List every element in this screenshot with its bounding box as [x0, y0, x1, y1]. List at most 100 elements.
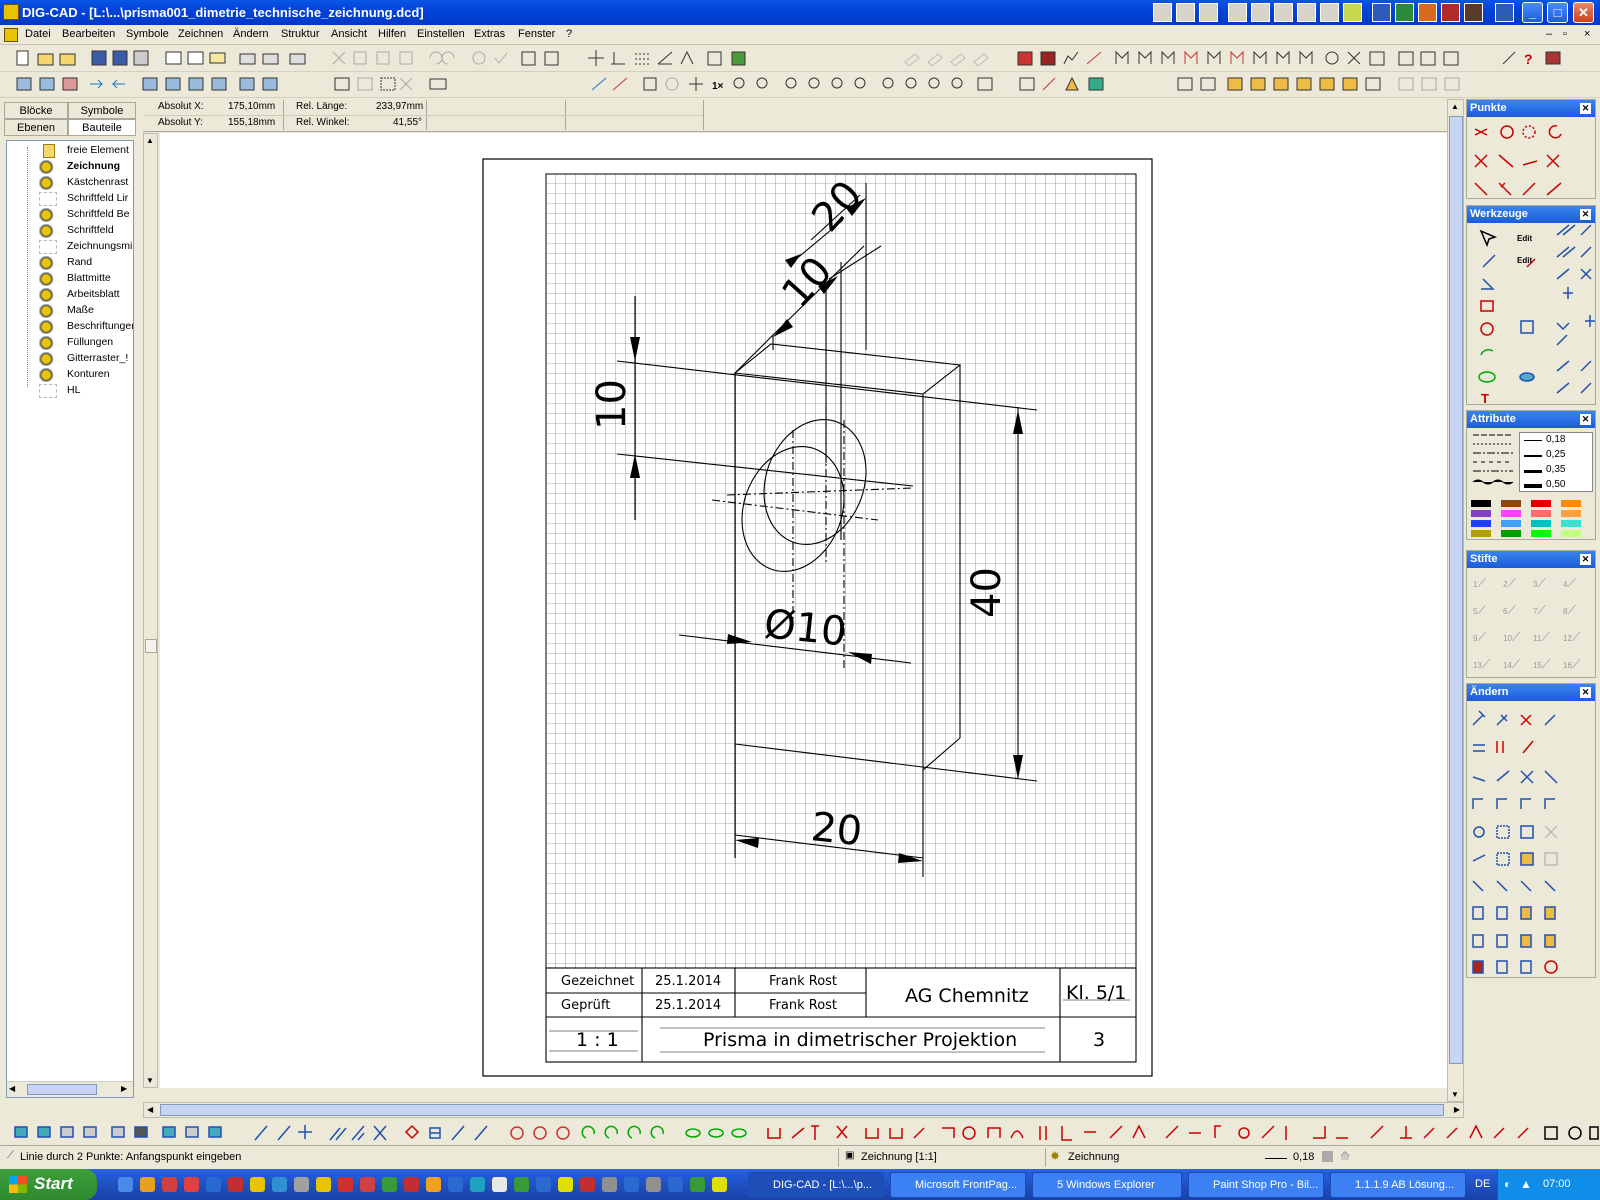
quicklaunch-icon[interactable]	[624, 1177, 639, 1192]
zoom-extents-icon[interactable]	[643, 77, 657, 91]
quicklaunch-icon[interactable]	[712, 1177, 727, 1192]
block-icon[interactable]	[142, 77, 158, 91]
layer-item[interactable]: Schriftfeld Lir	[7, 191, 133, 207]
layer-icon[interactable]	[707, 51, 722, 66]
tab-bauteile[interactable]: Bauteile	[68, 119, 136, 136]
mdi-minimize-icon[interactable]: –	[1546, 28, 1552, 40]
menu-aendern[interactable]: Ändern	[233, 28, 268, 40]
scroll-left-icon[interactable]: ◀	[9, 1084, 21, 1096]
color-swatch[interactable]	[1531, 500, 1551, 507]
task-digcad[interactable]: DIG-CAD - [L:\...\p...	[748, 1172, 884, 1198]
quicklaunch-icon[interactable]	[492, 1177, 507, 1192]
color-swatch[interactable]	[1561, 520, 1581, 527]
quicklaunch-icon[interactable]	[668, 1177, 683, 1192]
color-swatch[interactable]	[1561, 530, 1581, 537]
quicklaunch-icon[interactable]	[470, 1177, 485, 1192]
layer-item[interactable]: Kästchenrast	[7, 175, 133, 191]
pen-button[interactable]: 11⟋	[1533, 630, 1555, 650]
quicklaunch-icon[interactable]	[602, 1177, 617, 1192]
layer-item[interactable]: Schriftfeld Be	[7, 207, 133, 223]
drawing-canvas[interactable]: 20 10 10 40 Ø10 20 Gezeichnet 25.1.2014 …	[160, 133, 1447, 1088]
close-icon[interactable]: ✕	[1580, 687, 1591, 698]
zoom-factor-icon[interactable]	[928, 77, 940, 89]
layer-item[interactable]: Blattmitte	[7, 271, 133, 287]
pen-button[interactable]: 15⟋	[1533, 657, 1555, 677]
paste-layer-icon[interactable]	[1200, 77, 1216, 91]
block-icon[interactable]	[211, 77, 227, 91]
block-icon[interactable]	[239, 77, 255, 91]
color-swatch[interactable]	[1471, 520, 1491, 527]
color-swatch[interactable]	[1501, 500, 1521, 507]
save-icon[interactable]	[91, 50, 107, 66]
color-swatch[interactable]	[1471, 530, 1491, 537]
pen-button[interactable]: 2⟋	[1503, 576, 1525, 596]
layer-icon[interactable]	[39, 368, 57, 382]
crosshair-icon[interactable]	[588, 50, 604, 66]
mdi-restore-icon[interactable]: ▫	[1563, 28, 1567, 40]
quicklaunch-icon[interactable]	[338, 1177, 353, 1192]
cut-icon[interactable]	[332, 51, 346, 65]
tool-icon[interactable]	[1115, 50, 1129, 64]
zoom-circle-icon[interactable]	[665, 77, 679, 91]
redo-icon[interactable]	[441, 51, 455, 65]
pen-button[interactable]: 8⟋	[1563, 603, 1585, 623]
zoom-in-icon[interactable]	[785, 77, 797, 89]
scroll-right-icon[interactable]: ▶	[121, 1084, 133, 1096]
linewidth-selector[interactable]: 0,18 0,25 0,35 0,50	[1519, 432, 1593, 492]
paste-special-icon[interactable]	[399, 51, 413, 65]
scroll-up-icon[interactable]: ▲	[146, 136, 154, 145]
quicklaunch-icon[interactable]	[272, 1177, 287, 1192]
part-tool-icon[interactable]	[1365, 77, 1381, 91]
werkzeuge-tools[interactable]: T Edit Edit	[1467, 223, 1595, 406]
close-icon[interactable]: ✕	[1580, 554, 1591, 565]
layer-item[interactable]: Zeichnungsmi	[7, 239, 133, 255]
window-icon[interactable]	[1398, 51, 1414, 66]
printer-setup-icon[interactable]	[289, 53, 306, 65]
quicklaunch-icon[interactable]	[580, 1177, 595, 1192]
open-file-icon[interactable]	[37, 53, 54, 66]
layer-icon[interactable]	[39, 160, 57, 174]
axis-icon[interactable]	[611, 52, 625, 65]
angle-icon[interactable]	[657, 51, 673, 65]
menu-hilfen[interactable]: Hilfen	[378, 28, 406, 40]
word-icon[interactable]	[1372, 3, 1391, 22]
import-icon[interactable]	[521, 51, 536, 66]
color-swatch[interactable]	[1501, 510, 1521, 517]
book-help-icon[interactable]	[1545, 51, 1561, 65]
linewidth-025[interactable]: 0,25	[1546, 449, 1565, 460]
menu-datei[interactable]: Datei	[25, 28, 51, 40]
tool-icon[interactable]	[1138, 50, 1152, 64]
tool-icon[interactable]	[1230, 50, 1244, 64]
save-as-icon[interactable]	[112, 50, 128, 66]
language-indicator[interactable]: DE	[1475, 1178, 1490, 1190]
pen-button[interactable]: 9⟋	[1473, 630, 1495, 650]
quicklaunch-icon[interactable]	[250, 1177, 265, 1192]
open-folder-icon[interactable]	[59, 53, 76, 66]
drawing-hscroll[interactable]: ◀ ▶	[143, 1102, 1464, 1118]
layer-item[interactable]: Konturen	[7, 367, 133, 383]
pencil-icon[interactable]	[591, 77, 607, 91]
task-paintshop[interactable]: Paint Shop Pro - Bil...	[1188, 1172, 1324, 1198]
pen-button[interactable]: 6⟋	[1503, 603, 1525, 623]
minimize-button[interactable]: _	[1522, 2, 1543, 23]
group-icon[interactable]	[334, 77, 350, 91]
part-icon[interactable]	[1342, 77, 1358, 91]
cancel-icon[interactable]	[472, 51, 486, 65]
zoom-page-icon[interactable]	[882, 77, 894, 89]
layer-item[interactable]: Rand	[7, 255, 133, 271]
tab-bloecke[interactable]: Blöcke	[4, 102, 68, 119]
grid-icon[interactable]	[635, 53, 649, 65]
part-icon[interactable]	[1273, 77, 1289, 91]
color-swatch[interactable]	[1531, 530, 1551, 537]
layer-icon[interactable]	[39, 272, 57, 286]
select-icon[interactable]	[380, 77, 396, 91]
scroll-right-icon[interactable]: ▶	[1454, 1105, 1460, 1114]
tool-icon[interactable]	[1207, 50, 1221, 64]
quicklaunch-icon[interactable]	[316, 1177, 331, 1192]
zoom-1x-icon[interactable]: 1×	[712, 81, 724, 92]
pen-button[interactable]: 1⟋	[1473, 576, 1495, 596]
linetype-selector[interactable]	[1469, 430, 1519, 500]
tray-icon[interactable]: ◐	[1504, 1177, 1511, 1191]
redraw-icon[interactable]	[977, 77, 993, 91]
layer-delete-icon[interactable]	[62, 77, 78, 91]
